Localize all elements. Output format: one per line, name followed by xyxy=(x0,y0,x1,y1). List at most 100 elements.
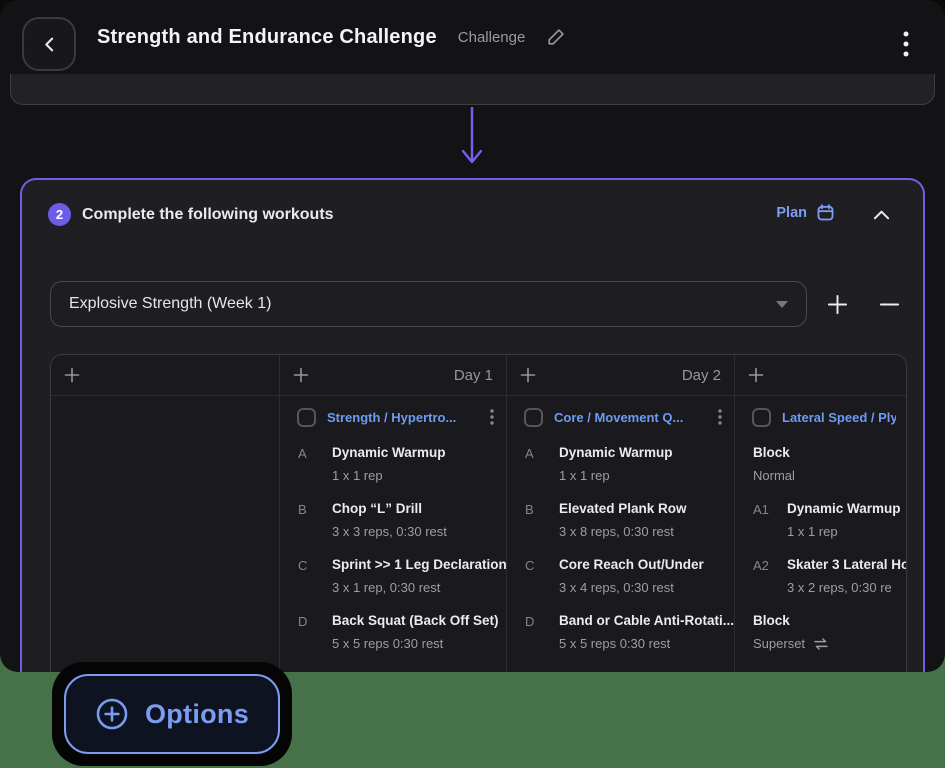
board-header-cell xyxy=(51,355,280,395)
exercise-row[interactable]: C Sprint >> 1 Leg Declarations 3 x 1 rep,… xyxy=(298,557,506,595)
workout-menu-kebab-icon[interactable] xyxy=(488,407,496,427)
step-2-panel: 2 Complete the following workouts Plan E… xyxy=(20,178,925,672)
program-type-label: Challenge xyxy=(458,29,526,46)
step-number-badge: 2 xyxy=(48,203,71,226)
exercise-name: Dynamic Warmup xyxy=(559,445,673,460)
plus-circle-icon xyxy=(95,697,129,731)
exercise-tag: A2 xyxy=(753,557,787,595)
day-label: Day 1 xyxy=(454,367,493,384)
exercise-name: Dynamic Warmup xyxy=(332,445,446,460)
remove-week-button[interactable] xyxy=(871,286,907,322)
workout-checkbox[interactable] xyxy=(297,408,316,427)
options-button-label: Options xyxy=(145,699,249,730)
exercise-name: Band or Cable Anti-Rotati... xyxy=(559,613,734,628)
exercise-tag: C xyxy=(525,557,559,595)
exercise-tag: B xyxy=(525,501,559,539)
header-menu-kebab-icon[interactable] xyxy=(895,26,917,62)
workout-title: Strength / Hypertro... xyxy=(327,410,477,425)
block-row[interactable]: Block Normal xyxy=(753,445,906,483)
exercise-name: Core Reach Out/Under xyxy=(559,557,704,572)
options-button-highlight-ring: Options xyxy=(52,662,292,766)
block-mode: Superset xyxy=(753,636,805,651)
exercise-detail: 3 x 4 reps, 0:30 rest xyxy=(559,580,704,595)
exercise-detail: 1 x 1 rep xyxy=(559,468,673,483)
exercise-row[interactable]: D Back Squat (Back Off Set) 5 x 5 reps 0:… xyxy=(298,613,506,651)
exercise-tag: A1 xyxy=(753,501,787,539)
exercise-name: Back Squat (Back Off Set) xyxy=(332,613,499,628)
collapse-chevron-up-icon[interactable] xyxy=(873,210,890,220)
block-mode: Normal xyxy=(753,468,795,483)
board-header-row: Day 1 Day 2 xyxy=(51,355,906,396)
workout-card-header[interactable]: Strength / Hypertro... xyxy=(280,396,506,438)
workouts-board: Day 1 Day 2 Strength / xyxy=(50,354,907,672)
options-button[interactable]: Options xyxy=(64,674,280,754)
board-body: Strength / Hypertro... A Dynamic Warmup 1… xyxy=(51,396,906,672)
board-header-cell: Day 1 xyxy=(280,355,507,395)
block-name: Block xyxy=(753,445,795,460)
exercise-list: A Dynamic Warmup 1 x 1 rep B Elevated Pla… xyxy=(507,438,734,651)
chevron-left-icon xyxy=(41,36,58,53)
exercise-row[interactable]: A Dynamic Warmup 1 x 1 rep xyxy=(298,445,506,483)
exercise-tag: A xyxy=(525,445,559,483)
week-select-value: Explosive Strength (Week 1) xyxy=(69,295,271,313)
workout-menu-kebab-icon[interactable] xyxy=(716,407,724,427)
board-column-empty xyxy=(51,396,280,672)
board-column-day-2: Core / Movement Q... A Dynamic Warmup 1 x… xyxy=(507,396,735,672)
workout-checkbox[interactable] xyxy=(524,408,543,427)
exercise-name: Skater 3 Lateral Ho xyxy=(787,557,906,572)
exercise-name: Dynamic Warmup xyxy=(787,501,901,516)
workout-card-header[interactable]: Core / Movement Q... xyxy=(507,396,734,438)
exercise-row[interactable]: A Dynamic Warmup 1 x 1 rep xyxy=(525,445,734,483)
dropdown-caret-icon xyxy=(776,301,788,308)
exercise-row[interactable]: B Chop “L” Drill3 x 3 reps, 0:30 rest xyxy=(298,501,506,539)
add-workout-plus-icon[interactable] xyxy=(748,367,764,383)
plan-link[interactable]: Plan xyxy=(776,203,835,222)
week-select-dropdown[interactable]: Explosive Strength (Week 1) xyxy=(50,281,807,327)
exercise-row[interactable]: C Core Reach Out/Under 3 x 4 reps, 0:30 r… xyxy=(525,557,734,595)
day-label: Day 2 xyxy=(682,367,721,384)
exercise-detail: 3 x 2 reps, 0:30 re xyxy=(787,580,906,595)
exercise-detail: 1 x 1 rep xyxy=(332,468,446,483)
add-workout-plus-icon[interactable] xyxy=(293,367,309,383)
app-window: Strength and Endurance Challenge Challen… xyxy=(0,0,945,672)
workout-title: Lateral Speed / Ply xyxy=(782,410,896,425)
exercise-tag: A xyxy=(298,445,332,483)
add-week-button[interactable] xyxy=(819,286,855,322)
exercise-list: Block Normal A1 Dynamic Warmup 1 x 1 rep A… xyxy=(735,438,906,651)
superset-loop-icon xyxy=(813,637,829,651)
exercise-detail: 5 x 5 reps 0:30 rest xyxy=(559,636,734,651)
step-title: Complete the following workouts xyxy=(82,206,334,224)
board-header-cell xyxy=(735,355,906,395)
plan-label: Plan xyxy=(776,205,807,221)
exercise-row[interactable]: A2 Skater 3 Lateral Ho 3 x 2 reps, 0:30 r… xyxy=(753,557,906,595)
workout-card-header[interactable]: Lateral Speed / Ply xyxy=(735,396,906,438)
exercise-tag: B xyxy=(298,501,332,539)
back-button[interactable] xyxy=(22,17,76,71)
board-column-day-1: Strength / Hypertro... A Dynamic Warmup 1… xyxy=(280,396,507,672)
add-workout-plus-icon[interactable] xyxy=(520,367,536,383)
exercise-row[interactable]: A1 Dynamic Warmup 1 x 1 rep xyxy=(753,501,906,539)
flow-down-arrow-icon xyxy=(459,107,485,165)
add-workout-plus-icon[interactable] xyxy=(64,367,80,383)
exercise-list: A Dynamic Warmup 1 x 1 rep B Chop “L” Dri… xyxy=(280,438,506,651)
exercise-detail: 3 x 1 rep, 0:30 rest xyxy=(332,580,507,595)
exercise-detail: 5 x 5 reps 0:30 rest xyxy=(332,636,499,651)
block-row[interactable]: Block Superset xyxy=(753,613,906,651)
header-title-row: Strength and Endurance Challenge Challen… xyxy=(97,0,566,74)
exercise-tag: C xyxy=(298,557,332,595)
exercise-name: Sprint >> 1 Leg Declarations xyxy=(332,557,507,572)
exercise-tag: D xyxy=(298,613,332,651)
exercise-row[interactable]: D Band or Cable Anti-Rotati... 5 x 5 reps… xyxy=(525,613,734,651)
exercise-detail: 1 x 1 rep xyxy=(787,524,901,539)
calendar-icon xyxy=(816,203,835,222)
exercise-tag: D xyxy=(525,613,559,651)
block-name: Block xyxy=(753,613,829,628)
board-column-day-3: Lateral Speed / Ply Block Normal A1 Dynam… xyxy=(735,396,906,672)
exercise-name: Elevated Plank Row xyxy=(559,501,687,516)
previous-step-card-partial[interactable] xyxy=(10,74,935,105)
workout-title: Core / Movement Q... xyxy=(554,410,705,425)
edit-pencil-icon[interactable] xyxy=(546,27,566,47)
exercise-row[interactable]: B Elevated Plank Row3 x 8 reps, 0:30 res… xyxy=(525,501,734,539)
workout-checkbox[interactable] xyxy=(752,408,771,427)
exercise-detail: 3 x 3 reps, 0:30 rest xyxy=(332,524,447,539)
